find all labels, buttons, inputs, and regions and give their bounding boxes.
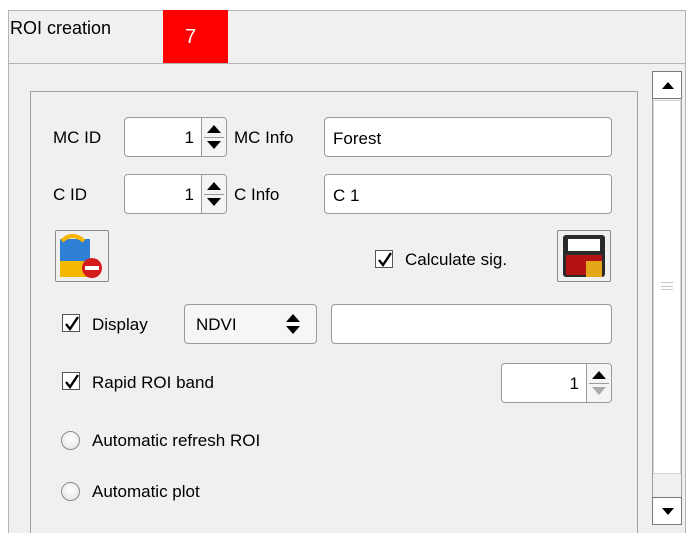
c-info-field[interactable]: C 1 <box>324 174 612 214</box>
c-info-value: C 1 <box>333 186 360 205</box>
automatic-plot-radio[interactable] <box>61 482 80 501</box>
c-id-label: C ID <box>53 185 87 204</box>
c-info-label: C Info <box>234 185 280 204</box>
decrement-icon[interactable] <box>207 198 221 206</box>
scrollbar-grip-icon <box>661 282 673 290</box>
display-band-select[interactable]: NDVI <box>184 304 317 344</box>
step-badge-number: 7 <box>185 26 197 48</box>
arrow-down-icon <box>662 508 674 515</box>
scroll-down-button[interactable] <box>652 497 682 525</box>
mc-id-stepper[interactable] <box>201 118 226 156</box>
save-signature-button[interactable] <box>557 230 611 282</box>
mc-info-label: MC Info <box>234 128 294 147</box>
c-id-value: 1 <box>184 185 194 204</box>
stepper-divider <box>204 194 224 195</box>
rapid-roi-band-checkbox[interactable] <box>62 372 80 390</box>
automatic-plot-label: Automatic plot <box>92 482 200 501</box>
undo-roi-icon <box>60 234 102 278</box>
display-checkbox[interactable] <box>62 314 80 332</box>
rapid-roi-band-label: Rapid ROI band <box>92 373 214 392</box>
checkmark-icon <box>65 374 79 390</box>
decrement-icon[interactable] <box>592 387 606 395</box>
stepper-divider <box>204 137 224 138</box>
chevron-up-icon <box>286 314 300 322</box>
decrement-icon[interactable] <box>207 141 221 149</box>
chevron-down-icon <box>286 326 300 334</box>
mc-info-value: Forest <box>333 129 382 148</box>
mc-id-value: 1 <box>184 128 194 147</box>
mc-id-spinbox[interactable]: 1 <box>124 117 227 157</box>
calculate-sig-label: Calculate sig. <box>405 250 508 269</box>
automatic-refresh-roi-radio[interactable] <box>61 431 80 450</box>
checkmark-icon <box>65 316 79 332</box>
scroll-up-button[interactable] <box>652 71 682 99</box>
checkmark-icon <box>378 252 392 268</box>
save-signature-icon <box>563 235 605 277</box>
automatic-refresh-roi-label: Automatic refresh ROI <box>92 431 261 450</box>
arrow-up-icon <box>662 82 674 89</box>
c-id-spinbox[interactable]: 1 <box>124 174 227 214</box>
panel-title: ROI creation <box>10 18 112 38</box>
increment-icon[interactable] <box>592 371 606 379</box>
display-expression-field[interactable] <box>331 304 612 344</box>
display-label: Display <box>92 315 148 334</box>
stepper-divider <box>589 383 609 384</box>
increment-icon[interactable] <box>207 182 221 190</box>
undo-roi-button[interactable] <box>55 230 109 282</box>
rapid-roi-band-value: 1 <box>569 374 579 393</box>
rapid-roi-band-stepper[interactable] <box>586 364 611 402</box>
mc-info-field[interactable]: Forest <box>324 117 612 157</box>
rapid-roi-band-spinbox[interactable]: 1 <box>501 363 612 403</box>
mc-id-label: MC ID <box>53 128 102 147</box>
increment-icon[interactable] <box>207 125 221 133</box>
c-id-stepper[interactable] <box>201 175 226 213</box>
display-band-value: NDVI <box>196 315 237 334</box>
calculate-sig-checkbox[interactable] <box>375 250 393 268</box>
